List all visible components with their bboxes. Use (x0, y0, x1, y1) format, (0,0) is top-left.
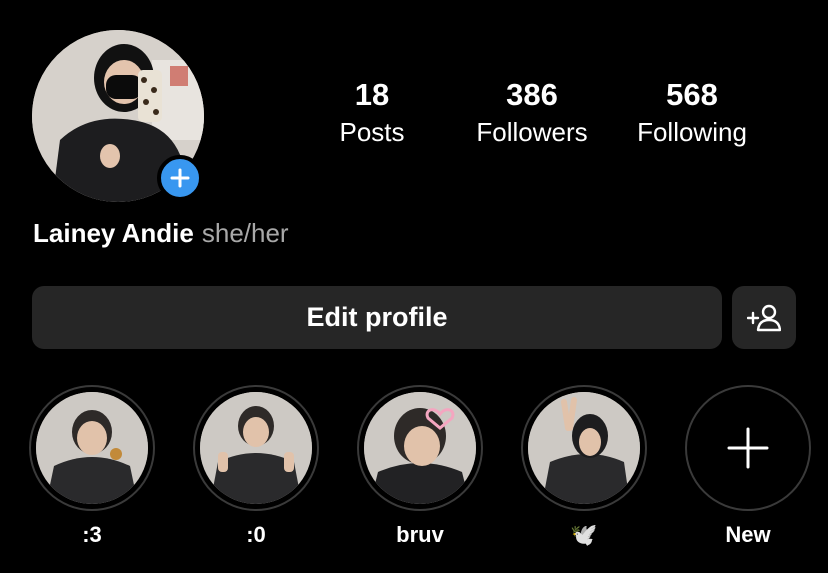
profile-name: Lainey Andie (33, 218, 194, 248)
stat-followers[interactable]: 386 Followers (462, 76, 602, 149)
highlight-label: 🕊️ (570, 522, 598, 547)
highlight-cover[interactable] (357, 385, 483, 511)
new-highlight-button[interactable] (685, 385, 811, 511)
profile-name-line: Lainey Andie she/her (33, 216, 289, 250)
profile-pronouns: she/her (201, 218, 289, 248)
highlight-photo (364, 392, 476, 504)
highlight-item[interactable]: :3 (29, 385, 155, 549)
edit-profile-button[interactable]: Edit profile (32, 286, 722, 349)
highlight-cover[interactable] (193, 385, 319, 511)
following-count: 568 (666, 77, 718, 112)
new-highlight[interactable]: New (685, 385, 811, 549)
add-person-icon (747, 304, 781, 331)
highlight-cover[interactable] (521, 385, 647, 511)
stat-following[interactable]: 568 Following (622, 76, 762, 149)
posts-label: Posts (339, 117, 405, 147)
discover-people-button[interactable] (732, 286, 796, 349)
posts-count: 18 (354, 77, 390, 112)
profile-screen: 18 Posts 386 Followers 568 Following Lai… (0, 0, 828, 573)
highlight-label: bruv (396, 522, 444, 547)
new-highlight-label: New (725, 522, 771, 547)
plus-icon (170, 168, 190, 188)
highlight-label: :0 (246, 522, 266, 547)
highlight-photo (528, 392, 640, 504)
highlight-photo (36, 392, 148, 504)
plus-icon (727, 427, 769, 469)
highlight-label: :3 (82, 522, 102, 547)
highlight-cover[interactable] (29, 385, 155, 511)
followers-count: 386 (506, 77, 558, 112)
following-label: Following (637, 117, 747, 147)
add-story-button[interactable] (157, 155, 203, 201)
highlight-item[interactable]: 🕊️ (521, 385, 647, 549)
highlight-item[interactable]: bruv (357, 385, 483, 549)
highlight-item[interactable]: :0 (193, 385, 319, 549)
followers-label: Followers (476, 117, 588, 147)
stat-posts[interactable]: 18 Posts (322, 76, 422, 149)
highlight-photo (200, 392, 312, 504)
